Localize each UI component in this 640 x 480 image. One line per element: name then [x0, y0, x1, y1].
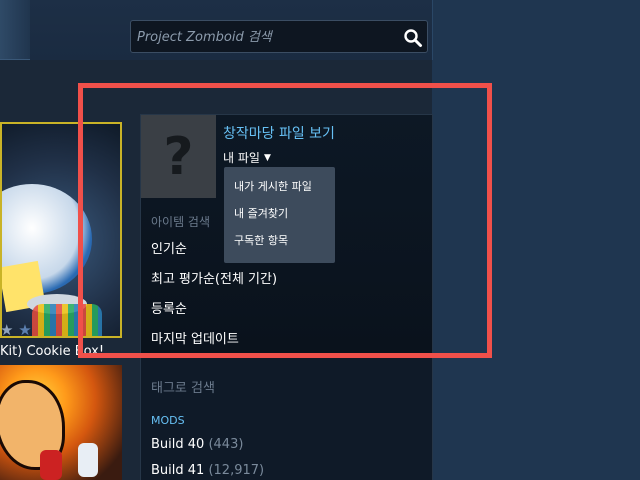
workshop-item-thumbnail-2[interactable] [0, 365, 122, 480]
item-image-bottle [40, 450, 62, 480]
star-icon: ★ [13, 321, 32, 339]
highlight-annotation-box [78, 83, 492, 358]
tag-search-heading: 태그로 검색 [151, 381, 215, 396]
item-rating: ★ ★ [0, 321, 32, 339]
tag-label: Build 41 [151, 463, 205, 478]
mods-category-heading: MODS [151, 414, 185, 427]
tag-build-40[interactable]: Build 40 (443) [151, 437, 243, 452]
header-right-area [432, 0, 640, 60]
item-image-bottle [78, 443, 98, 477]
search-input[interactable] [137, 27, 387, 47]
star-icon: ★ [0, 321, 14, 339]
tag-build-41[interactable]: Build 41 (12,917) [151, 463, 264, 478]
tag-count: (443) [208, 437, 244, 452]
workshop-search [130, 20, 428, 53]
tag-label: Build 40 [151, 437, 205, 452]
header-nav-edge [0, 0, 30, 60]
search-icon[interactable] [403, 28, 423, 48]
tag-count: (12,917) [208, 463, 265, 478]
